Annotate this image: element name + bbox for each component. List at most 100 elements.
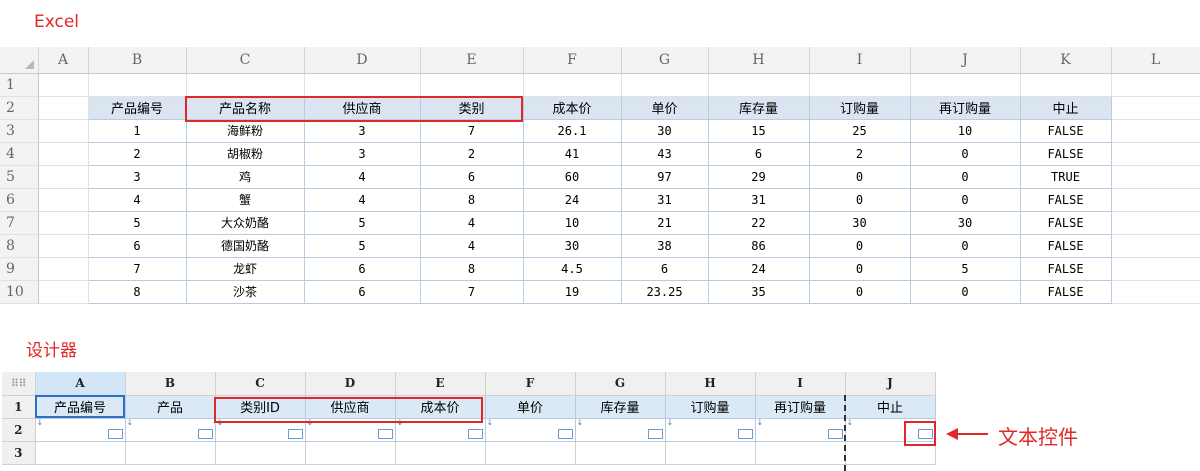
excel-row-number[interactable]: 2	[0, 96, 39, 120]
excel-data-cell[interactable]: TRUE	[1020, 165, 1112, 189]
designer-cell[interactable]	[35, 441, 126, 465]
excel-data-cell[interactable]: 大众奶酪	[186, 211, 305, 235]
excel-data-cell[interactable]: 22	[708, 211, 810, 235]
excel-cell[interactable]	[420, 73, 524, 97]
excel-cell[interactable]	[1111, 188, 1200, 212]
text-widget-icon[interactable]	[647, 428, 663, 439]
excel-data-cell[interactable]: 3	[304, 119, 421, 143]
designer-field-header-cell[interactable]: 成本价	[395, 395, 486, 419]
designer-field-header-cell[interactable]: 单价	[485, 395, 576, 419]
excel-field-header-cell[interactable]: 中止	[1020, 96, 1112, 120]
excel-data-cell[interactable]: 0	[809, 234, 911, 258]
designer-col-header[interactable]: A	[35, 372, 126, 396]
excel-cell[interactable]	[38, 257, 89, 281]
excel-data-cell[interactable]: 2	[420, 142, 524, 166]
excel-cell[interactable]	[1111, 119, 1200, 143]
excel-field-header-cell[interactable]: 供应商	[304, 96, 421, 120]
excel-data-cell[interactable]: 31	[621, 188, 709, 212]
excel-field-header-cell[interactable]: 产品名称	[186, 96, 305, 120]
excel-data-cell[interactable]: 6	[420, 165, 524, 189]
excel-data-cell[interactable]: 5	[910, 257, 1021, 281]
excel-cell[interactable]	[1111, 73, 1200, 97]
excel-data-cell[interactable]: 24	[523, 188, 622, 212]
text-widget-icon[interactable]	[917, 428, 933, 439]
excel-data-cell[interactable]: 龙虾	[186, 257, 305, 281]
excel-col-header[interactable]: K	[1020, 47, 1112, 74]
text-widget-icon[interactable]	[557, 428, 573, 439]
excel-row-number[interactable]: 5	[0, 165, 39, 189]
excel-cell[interactable]	[1111, 234, 1200, 258]
designer-cell[interactable]	[395, 441, 486, 465]
excel-cell[interactable]	[809, 73, 911, 97]
excel-data-cell[interactable]: 海鲜粉	[186, 119, 305, 143]
text-widget-icon[interactable]	[107, 428, 123, 439]
excel-data-cell[interactable]: 30	[809, 211, 911, 235]
excel-cell[interactable]	[38, 165, 89, 189]
excel-row-number[interactable]: 7	[0, 211, 39, 235]
designer-cell[interactable]	[665, 441, 756, 465]
excel-field-header-cell[interactable]: 订购量	[809, 96, 911, 120]
excel-field-header-cell[interactable]: 单价	[621, 96, 709, 120]
excel-data-cell[interactable]: 4.5	[523, 257, 622, 281]
excel-cell[interactable]	[910, 73, 1021, 97]
excel-data-cell[interactable]: 2	[88, 142, 187, 166]
excel-field-header-cell[interactable]: 产品编号	[88, 96, 187, 120]
text-widget-icon[interactable]	[197, 428, 213, 439]
excel-cell[interactable]	[186, 73, 305, 97]
designer-field-header-cell[interactable]: 产品	[125, 395, 216, 419]
excel-data-cell[interactable]: 21	[621, 211, 709, 235]
designer-col-header[interactable]: H	[665, 372, 756, 396]
excel-data-cell[interactable]: 30	[523, 234, 622, 258]
designer-cell[interactable]	[305, 441, 396, 465]
excel-cell[interactable]	[38, 96, 89, 120]
designer-col-header[interactable]: C	[215, 372, 306, 396]
excel-row-number[interactable]: 9	[0, 257, 39, 281]
excel-data-cell[interactable]: FALSE	[1020, 142, 1112, 166]
designer-row-number[interactable]: 1	[2, 395, 36, 419]
excel-data-cell[interactable]: 7	[420, 119, 524, 143]
excel-data-cell[interactable]: 30	[621, 119, 709, 143]
excel-data-cell[interactable]: 0	[910, 142, 1021, 166]
excel-data-cell[interactable]: 0	[910, 165, 1021, 189]
excel-field-header-cell[interactable]: 再订购量	[910, 96, 1021, 120]
excel-data-cell[interactable]: 4	[304, 188, 421, 212]
excel-cell[interactable]	[38, 211, 89, 235]
excel-data-cell[interactable]: 4	[420, 234, 524, 258]
excel-data-cell[interactable]: 15	[708, 119, 810, 143]
designer-data-cell[interactable]: ↓	[485, 418, 576, 442]
excel-row-number[interactable]: 1	[0, 73, 39, 97]
text-widget-icon[interactable]	[827, 428, 843, 439]
excel-cell[interactable]	[1111, 257, 1200, 281]
designer-data-cell[interactable]: ↓	[575, 418, 666, 442]
excel-data-cell[interactable]: 10	[523, 211, 622, 235]
excel-data-cell[interactable]: 7	[88, 257, 187, 281]
excel-data-cell[interactable]: FALSE	[1020, 280, 1112, 304]
excel-row-number[interactable]: 6	[0, 188, 39, 212]
excel-cell[interactable]	[1111, 165, 1200, 189]
excel-data-cell[interactable]: 8	[420, 188, 524, 212]
excel-data-cell[interactable]: 1	[88, 119, 187, 143]
excel-cell[interactable]	[38, 119, 89, 143]
excel-row-number[interactable]: 8	[0, 234, 39, 258]
excel-data-cell[interactable]: 19	[523, 280, 622, 304]
excel-data-cell[interactable]: FALSE	[1020, 257, 1112, 281]
excel-cell[interactable]	[1020, 73, 1112, 97]
excel-data-cell[interactable]: 8	[420, 257, 524, 281]
excel-data-cell[interactable]: FALSE	[1020, 119, 1112, 143]
designer-data-cell[interactable]: ↓	[215, 418, 306, 442]
designer-col-header[interactable]: E	[395, 372, 486, 396]
excel-data-cell[interactable]: 0	[809, 188, 911, 212]
excel-col-header[interactable]: L	[1111, 47, 1200, 74]
excel-col-header[interactable]: I	[809, 47, 911, 74]
excel-data-cell[interactable]: 3	[88, 165, 187, 189]
excel-data-cell[interactable]: 4	[88, 188, 187, 212]
excel-cell[interactable]	[621, 73, 709, 97]
excel-data-cell[interactable]: 10	[910, 119, 1021, 143]
designer-data-cell[interactable]: ↓	[665, 418, 756, 442]
excel-data-cell[interactable]: FALSE	[1020, 234, 1112, 258]
excel-data-cell[interactable]: 43	[621, 142, 709, 166]
designer-field-header-cell[interactable]: 中止	[845, 395, 936, 419]
excel-data-cell[interactable]: 0	[809, 257, 911, 281]
excel-data-cell[interactable]: 0	[910, 188, 1021, 212]
excel-field-header-cell[interactable]: 类别	[420, 96, 524, 120]
